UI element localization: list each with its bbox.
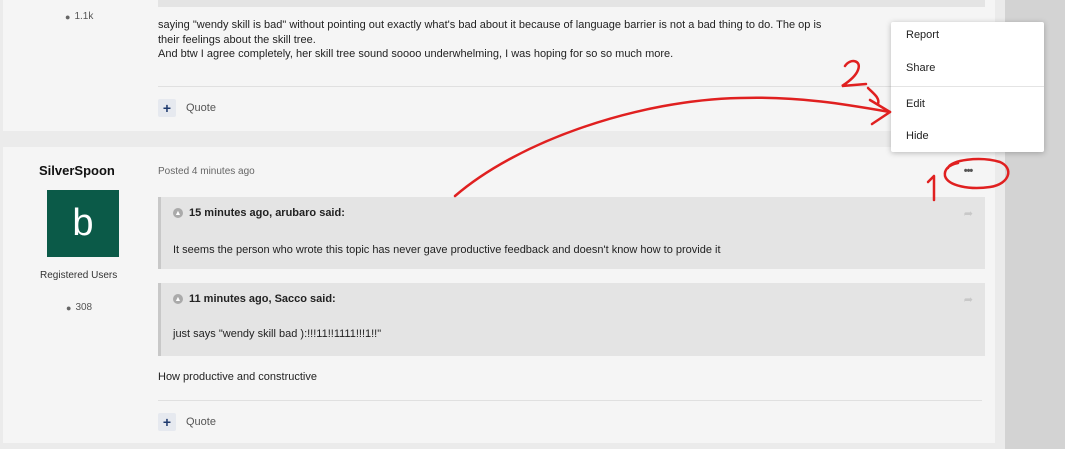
- divider: [158, 86, 982, 87]
- menu-item-report[interactable]: Report: [906, 29, 939, 41]
- divider: [158, 400, 982, 401]
- menu-divider: [891, 86, 1044, 87]
- blockquote-header[interactable]: ▲ 11 minutes ago, Sacco said:: [173, 293, 336, 305]
- blockquote-body: It seems the person who wrote this topic…: [173, 244, 721, 256]
- previous-post-quote-button[interactable]: + Quote: [158, 99, 216, 117]
- menu-item-hide[interactable]: Hide: [906, 130, 929, 142]
- previous-post-body: saying "wendy skill is bad" without poin…: [158, 18, 821, 62]
- blockquote-header[interactable]: ▲ 15 minutes ago, arubaro said:: [173, 207, 345, 219]
- plus-icon: +: [158, 99, 176, 117]
- post-options-menu: Report Share Edit Hide: [891, 22, 1044, 152]
- post-timestamp[interactable]: Posted 4 minutes ago: [158, 166, 255, 177]
- chevron-up-icon: ▲: [173, 294, 183, 304]
- quote-button[interactable]: + Quote: [158, 413, 216, 431]
- avatar[interactable]: b: [47, 190, 119, 257]
- share-arrow-icon[interactable]: ➦: [964, 293, 973, 306]
- author-role: Registered Users: [40, 270, 118, 281]
- plus-icon: +: [158, 413, 176, 431]
- previous-post-line-3: And btw I agree completely, her skill tr…: [158, 48, 674, 60]
- more-options-button[interactable]: •••: [955, 162, 981, 180]
- comment-icon: ●: [65, 11, 71, 22]
- previous-post-reputation: ● 1.1k: [65, 11, 94, 22]
- blockquote: ▲ 11 minutes ago, Sacco said: ➦ just say…: [158, 283, 985, 356]
- chevron-up-icon: ▲: [173, 208, 183, 218]
- menu-item-edit[interactable]: Edit: [906, 98, 925, 110]
- comment-icon: ●: [66, 302, 72, 313]
- menu-item-share[interactable]: Share: [906, 62, 935, 74]
- author-name[interactable]: SilverSpoon: [39, 163, 115, 178]
- author-reputation: ● 308: [66, 302, 93, 313]
- blockquote-body: just says "wendy skill bad ):!!!11!!1111…: [173, 328, 382, 340]
- previous-post-line-1: saying "wendy skill is bad" without poin…: [158, 19, 822, 31]
- share-arrow-icon[interactable]: ➦: [964, 207, 973, 220]
- quote-block-tail: [158, 0, 985, 7]
- blockquote: ▲ 15 minutes ago, arubaro said: ➦ It see…: [158, 197, 985, 269]
- previous-post-line-2: their feelings about the skill tree.: [158, 33, 316, 46]
- post-body: How productive and constructive: [158, 371, 317, 383]
